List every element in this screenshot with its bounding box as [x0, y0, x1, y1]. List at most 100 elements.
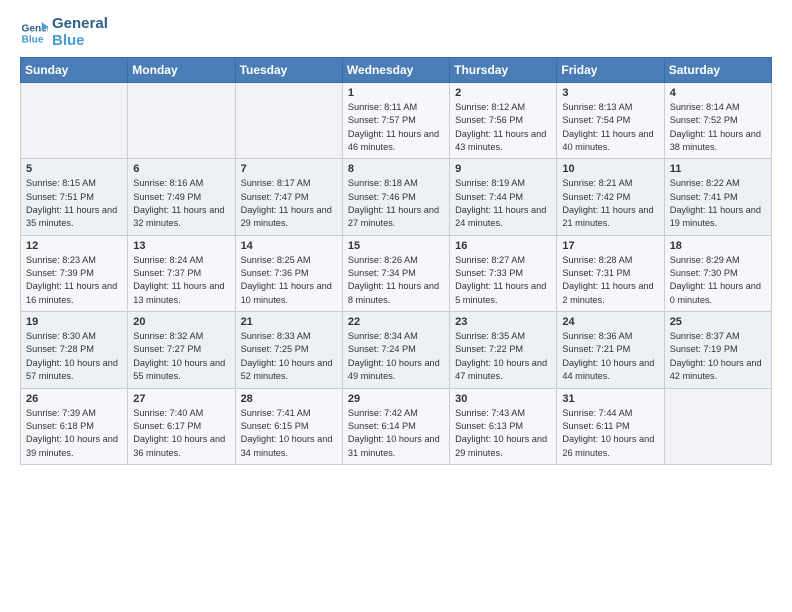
day-info: Sunrise: 8:29 AM Sunset: 7:30 PM Dayligh… — [670, 254, 767, 307]
day-header-friday: Friday — [557, 58, 664, 83]
day-number: 28 — [241, 393, 338, 405]
day-cell: 27Sunrise: 7:40 AM Sunset: 6:17 PM Dayli… — [128, 388, 235, 464]
day-info: Sunrise: 8:11 AM Sunset: 7:57 PM Dayligh… — [348, 101, 445, 154]
day-number: 31 — [562, 393, 659, 405]
day-number: 10 — [562, 163, 659, 175]
day-info: Sunrise: 8:25 AM Sunset: 7:36 PM Dayligh… — [241, 254, 338, 307]
day-info: Sunrise: 8:30 AM Sunset: 7:28 PM Dayligh… — [26, 330, 123, 383]
day-number: 26 — [26, 393, 123, 405]
day-info: Sunrise: 7:41 AM Sunset: 6:15 PM Dayligh… — [241, 407, 338, 460]
day-info: Sunrise: 7:44 AM Sunset: 6:11 PM Dayligh… — [562, 407, 659, 460]
logo-general: General — [52, 16, 108, 33]
day-info: Sunrise: 8:33 AM Sunset: 7:25 PM Dayligh… — [241, 330, 338, 383]
day-cell: 12 Sunrise: 8:23 AM Sunset: 7:39 PM Dayli… — [21, 235, 128, 311]
logo: General Blue General Blue — [20, 16, 108, 49]
day-cell: 30 Sunrise: 7:43 AM Sunset: 6:13 PM Dayli… — [450, 388, 557, 464]
day-cell: 17 Sunrise: 8:28 AM Sunset: 7:31 PM Dayli… — [557, 235, 664, 311]
day-number: 7 — [241, 163, 338, 175]
day-cell: 24Sunrise: 8:36 AM Sunset: 7:21 PM Dayli… — [557, 312, 664, 388]
day-number: 6 — [133, 163, 230, 175]
day-cell: 5 Sunrise: 8:15 AM Sunset: 7:51 PM Daylig… — [21, 159, 128, 235]
day-info: Sunrise: 7:43 AM Sunset: 6:13 PM Dayligh… — [455, 407, 552, 460]
day-info: Sunrise: 8:12 AM Sunset: 7:56 PM Dayligh… — [455, 101, 552, 154]
day-cell — [664, 388, 771, 464]
day-cell: 3Sunrise: 8:13 AM Sunset: 7:54 PM Daylig… — [557, 83, 664, 159]
svg-text:Blue: Blue — [22, 34, 44, 45]
day-cell: 19 Sunrise: 8:30 AM Sunset: 7:28 PM Dayli… — [21, 312, 128, 388]
day-info: Sunrise: 8:14 AM Sunset: 7:52 PM Dayligh… — [670, 101, 767, 154]
logo-icon: General Blue — [20, 19, 48, 47]
day-number: 20 — [133, 316, 230, 328]
day-number: 13 — [133, 240, 230, 252]
day-info: Sunrise: 8:28 AM Sunset: 7:31 PM Dayligh… — [562, 254, 659, 307]
page: General Blue General Blue SundayMondayTu… — [0, 0, 792, 612]
day-info: Sunrise: 8:26 AM Sunset: 7:34 PM Dayligh… — [348, 254, 445, 307]
logo-blue: Blue — [52, 33, 108, 50]
day-cell: 2 Sunrise: 8:12 AM Sunset: 7:56 PM Daylig… — [450, 83, 557, 159]
day-info: Sunrise: 7:39 AM Sunset: 6:18 PM Dayligh… — [26, 407, 123, 460]
day-info: Sunrise: 8:24 AM Sunset: 7:37 PM Dayligh… — [133, 254, 230, 307]
day-cell: 21 Sunrise: 8:33 AM Sunset: 7:25 PM Dayli… — [235, 312, 342, 388]
day-info: Sunrise: 8:13 AM Sunset: 7:54 PM Dayligh… — [562, 101, 659, 154]
day-info: Sunrise: 8:37 AM Sunset: 7:19 PM Dayligh… — [670, 330, 767, 383]
day-number: 2 — [455, 87, 552, 99]
day-info: Sunrise: 8:16 AM Sunset: 7:49 PM Dayligh… — [133, 177, 230, 230]
day-number: 24 — [562, 316, 659, 328]
day-number: 14 — [241, 240, 338, 252]
calendar-table: SundayMondayTuesdayWednesdayThursdayFrid… — [20, 57, 772, 465]
day-cell: 1 Sunrise: 8:11 AM Sunset: 7:57 PM Daylig… — [342, 83, 449, 159]
day-info: Sunrise: 8:21 AM Sunset: 7:42 PM Dayligh… — [562, 177, 659, 230]
day-header-sunday: Sunday — [21, 58, 128, 83]
day-cell: 15Sunrise: 8:26 AM Sunset: 7:34 PM Dayli… — [342, 235, 449, 311]
day-number: 16 — [455, 240, 552, 252]
day-cell: 31 Sunrise: 7:44 AM Sunset: 6:11 PM Dayli… — [557, 388, 664, 464]
day-info: Sunrise: 8:34 AM Sunset: 7:24 PM Dayligh… — [348, 330, 445, 383]
day-number: 11 — [670, 163, 767, 175]
day-info: Sunrise: 8:22 AM Sunset: 7:41 PM Dayligh… — [670, 177, 767, 230]
week-row-5: 26 Sunrise: 7:39 AM Sunset: 6:18 PM Dayli… — [21, 388, 772, 464]
day-cell: 23Sunrise: 8:35 AM Sunset: 7:22 PM Dayli… — [450, 312, 557, 388]
day-info: Sunrise: 8:17 AM Sunset: 7:47 PM Dayligh… — [241, 177, 338, 230]
header: General Blue General Blue — [20, 16, 772, 49]
day-header-tuesday: Tuesday — [235, 58, 342, 83]
day-number: 29 — [348, 393, 445, 405]
day-info: Sunrise: 8:18 AM Sunset: 7:46 PM Dayligh… — [348, 177, 445, 230]
day-number: 27 — [133, 393, 230, 405]
day-info: Sunrise: 8:27 AM Sunset: 7:33 PM Dayligh… — [455, 254, 552, 307]
day-number: 8 — [348, 163, 445, 175]
day-number: 4 — [670, 87, 767, 99]
day-number: 17 — [562, 240, 659, 252]
day-info: Sunrise: 8:32 AM Sunset: 7:27 PM Dayligh… — [133, 330, 230, 383]
day-number: 5 — [26, 163, 123, 175]
day-cell: 25Sunrise: 8:37 AM Sunset: 7:19 PM Dayli… — [664, 312, 771, 388]
day-number: 12 — [26, 240, 123, 252]
day-cell — [128, 83, 235, 159]
day-cell: 20 Sunrise: 8:32 AM Sunset: 7:27 PM Dayli… — [128, 312, 235, 388]
day-header-saturday: Saturday — [664, 58, 771, 83]
day-cell — [235, 83, 342, 159]
day-header-monday: Monday — [128, 58, 235, 83]
day-number: 21 — [241, 316, 338, 328]
day-number: 30 — [455, 393, 552, 405]
week-row-1: 1 Sunrise: 8:11 AM Sunset: 7:57 PM Daylig… — [21, 83, 772, 159]
day-info: Sunrise: 8:19 AM Sunset: 7:44 PM Dayligh… — [455, 177, 552, 230]
week-row-2: 5 Sunrise: 8:15 AM Sunset: 7:51 PM Daylig… — [21, 159, 772, 235]
day-number: 18 — [670, 240, 767, 252]
day-number: 1 — [348, 87, 445, 99]
day-info: Sunrise: 7:42 AM Sunset: 6:14 PM Dayligh… — [348, 407, 445, 460]
day-cell: 11 Sunrise: 8:22 AM Sunset: 7:41 PM Dayli… — [664, 159, 771, 235]
day-cell: 26 Sunrise: 7:39 AM Sunset: 6:18 PM Dayli… — [21, 388, 128, 464]
day-info: Sunrise: 8:35 AM Sunset: 7:22 PM Dayligh… — [455, 330, 552, 383]
day-header-thursday: Thursday — [450, 58, 557, 83]
day-cell: 18 Sunrise: 8:29 AM Sunset: 7:30 PM Dayli… — [664, 235, 771, 311]
day-cell — [21, 83, 128, 159]
day-info: Sunrise: 8:15 AM Sunset: 7:51 PM Dayligh… — [26, 177, 123, 230]
day-header-row: SundayMondayTuesdayWednesdayThursdayFrid… — [21, 58, 772, 83]
day-cell: 9Sunrise: 8:19 AM Sunset: 7:44 PM Daylig… — [450, 159, 557, 235]
week-row-4: 19 Sunrise: 8:30 AM Sunset: 7:28 PM Dayli… — [21, 312, 772, 388]
day-number: 19 — [26, 316, 123, 328]
day-cell: 13 Sunrise: 8:24 AM Sunset: 7:37 PM Dayli… — [128, 235, 235, 311]
day-cell: 29 Sunrise: 7:42 AM Sunset: 6:14 PM Dayli… — [342, 388, 449, 464]
day-info: Sunrise: 8:23 AM Sunset: 7:39 PM Dayligh… — [26, 254, 123, 307]
day-cell: 10 Sunrise: 8:21 AM Sunset: 7:42 PM Dayli… — [557, 159, 664, 235]
